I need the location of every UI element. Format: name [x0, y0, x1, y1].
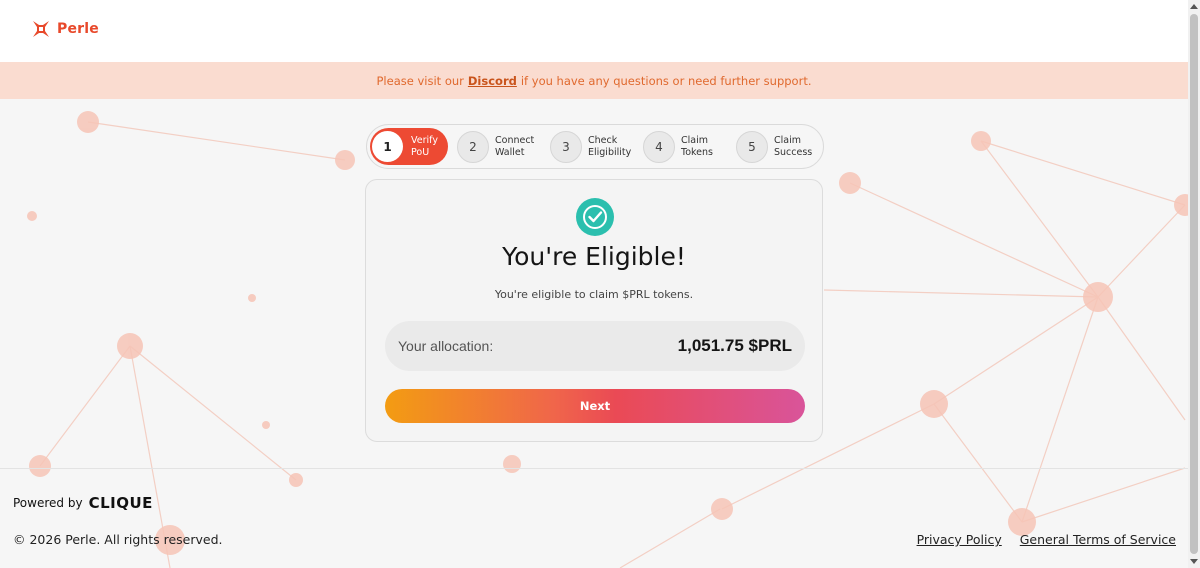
- step-number: 4: [643, 130, 675, 163]
- scroll-down-icon[interactable]: [1190, 559, 1198, 564]
- allocation-box: Your allocation: 1,051.75 $PRL: [385, 321, 805, 371]
- page-scrollbar[interactable]: [1188, 0, 1200, 568]
- banner-prefix: Please visit our: [376, 73, 464, 88]
- step-verify-pou[interactable]: 1 Verify PoU: [370, 128, 448, 165]
- step-label: Claim Success: [774, 134, 813, 158]
- eligibility-subtitle: You're eligible to claim $PRL tokens.: [494, 288, 694, 301]
- site-header: Perle: [0, 0, 1188, 62]
- allocation-value: 1,051.75 $PRL: [677, 336, 792, 355]
- scroll-up-icon[interactable]: [1190, 4, 1198, 9]
- clique-logo[interactable]: CLIQUE: [89, 494, 153, 512]
- step-label: Check Eligibility: [588, 134, 632, 158]
- check-circle-icon: [576, 198, 614, 236]
- powered-by: Powered by CLIQUE: [13, 494, 153, 512]
- privacy-policy-link[interactable]: Privacy Policy: [917, 532, 1002, 547]
- eligibility-title: You're Eligible!: [502, 242, 686, 271]
- footer-links: Privacy Policy General Terms of Service: [917, 532, 1176, 547]
- step-claim-success[interactable]: 5 Claim Success: [736, 130, 812, 163]
- discord-link[interactable]: Discord: [468, 74, 517, 88]
- allocation-label: Your allocation:: [398, 338, 494, 354]
- claim-stepper: 1 Verify PoU 2 Connect Wallet 3 Check El…: [366, 124, 824, 169]
- step-claim-tokens[interactable]: 4 Claim Tokens: [643, 130, 713, 163]
- powered-by-text: Powered by: [13, 496, 83, 510]
- banner-suffix: if you have any questions or need furthe…: [520, 73, 812, 88]
- step-number: 1: [372, 131, 403, 162]
- scroll-thumb[interactable]: [1190, 14, 1198, 554]
- step-label: Connect Wallet: [495, 134, 535, 158]
- step-number: 2: [457, 130, 489, 163]
- step-number: 3: [550, 130, 582, 163]
- step-connect-wallet[interactable]: 2 Connect Wallet: [457, 130, 534, 163]
- brand-name: Perle: [57, 21, 99, 37]
- terms-of-service-link[interactable]: General Terms of Service: [1020, 532, 1176, 547]
- next-button[interactable]: Next: [385, 389, 805, 423]
- copyright-text: © 2026 Perle. All rights reserved.: [13, 532, 223, 547]
- step-label: Claim Tokens: [681, 134, 713, 158]
- eligibility-card: You're Eligible! You're eligible to clai…: [365, 179, 823, 442]
- step-label: Verify PoU: [411, 134, 438, 158]
- perle-logo[interactable]: Perle: [32, 20, 99, 38]
- footer-divider: [0, 468, 1188, 469]
- step-check-eligibility[interactable]: 3 Check Eligibility: [550, 130, 631, 163]
- step-number: 5: [736, 130, 768, 163]
- support-banner: Please visit our Discord if you have any…: [0, 62, 1188, 99]
- perle-logo-icon: [33, 21, 49, 37]
